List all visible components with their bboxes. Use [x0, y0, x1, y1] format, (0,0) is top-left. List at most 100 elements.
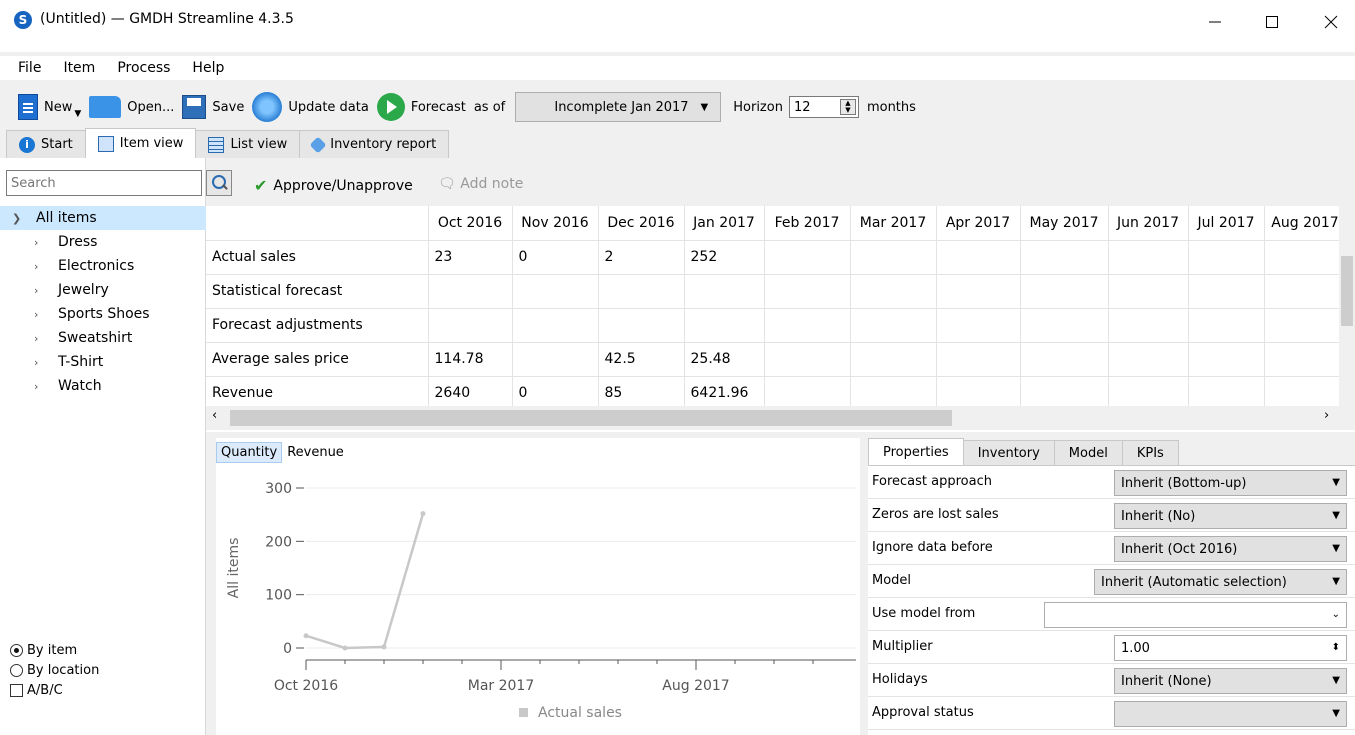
property-value-field[interactable]: Inherit (None) ▼ — [1114, 668, 1347, 694]
close-button[interactable] — [1321, 12, 1341, 32]
menu-file[interactable]: File — [0, 56, 51, 80]
grid-cell[interactable] — [1019, 273, 1109, 309]
chevron-down-icon[interactable]: ⌄ — [1332, 609, 1340, 620]
tree-item[interactable]: › T-Shirt — [0, 350, 206, 374]
tab-list-view[interactable]: List view — [195, 130, 301, 158]
property-value-field[interactable]: 1.00 ⬍ — [1114, 635, 1347, 661]
grid-cell[interactable] — [511, 307, 599, 343]
scroll-thumb[interactable] — [1341, 256, 1353, 326]
chevron-down-icon[interactable]: ▼ — [1332, 675, 1340, 686]
chevron-right-icon[interactable]: › — [1324, 408, 1329, 423]
grid-cell[interactable] — [763, 239, 851, 275]
chevron-right-icon[interactable]: › — [34, 284, 44, 297]
grid-cell[interactable] — [935, 273, 1021, 309]
grid-cell[interactable] — [849, 375, 937, 411]
grid-cell[interactable] — [763, 341, 851, 377]
chevron-right-icon[interactable]: › — [34, 236, 44, 249]
update-data-button[interactable]: Update data — [252, 90, 369, 124]
add-note-button[interactable]: 🗨 Add note — [438, 176, 523, 192]
grid-cell[interactable]: 0 — [511, 375, 599, 411]
property-value-field[interactable]: Inherit (Oct 2016) ▼ — [1114, 536, 1347, 562]
tab-inventory[interactable]: Inventory — [962, 440, 1055, 466]
spin-arrows-icon[interactable]: ⬍ — [1332, 642, 1340, 653]
horizontal-scrollbar[interactable]: ‹ › — [206, 406, 1355, 430]
chevron-down-icon[interactable]: ▼ — [1332, 576, 1340, 587]
grid-cell[interactable] — [935, 375, 1021, 411]
by-location-radio[interactable]: By location — [10, 660, 99, 680]
grid-cell[interactable] — [597, 307, 685, 343]
grid-cell[interactable] — [935, 239, 1021, 275]
grid-cell[interactable] — [683, 273, 765, 309]
grid-cell[interactable] — [1019, 341, 1109, 377]
column-header[interactable]: Apr 2017 — [935, 206, 1021, 241]
grid-cell[interactable]: 2640 — [427, 375, 513, 411]
grid-cell[interactable] — [1263, 307, 1347, 343]
chevron-down-icon[interactable]: ▼ — [1332, 510, 1340, 521]
tree-item-all-items[interactable]: ❯ All items — [0, 206, 206, 230]
tab-item-view[interactable]: Item view — [84, 128, 197, 158]
grid-cell[interactable] — [849, 341, 937, 377]
column-header[interactable]: Feb 2017 — [763, 206, 851, 241]
grid-cell[interactable] — [849, 239, 937, 275]
tree-item[interactable]: › Sweatshirt — [0, 326, 206, 350]
grid-cell[interactable]: 23 — [427, 239, 513, 275]
column-header[interactable]: May 2017 — [1019, 206, 1109, 241]
grid-cell[interactable] — [1263, 375, 1347, 411]
column-header[interactable]: Jan 2017 — [683, 206, 765, 241]
tree-item[interactable]: › Dress — [0, 230, 206, 254]
grid-cell[interactable] — [511, 273, 599, 309]
grid-cell[interactable] — [1107, 239, 1189, 275]
grid-cell[interactable] — [1187, 341, 1265, 377]
chevron-right-icon[interactable]: › — [34, 356, 44, 369]
grid-cell[interactable] — [511, 341, 599, 377]
grid-cell[interactable] — [1263, 239, 1347, 275]
grid-cell[interactable] — [935, 307, 1021, 343]
tab-properties[interactable]: Properties — [868, 438, 964, 466]
chevron-down-icon[interactable]: ▼ — [1332, 543, 1340, 554]
checkbox-icon[interactable] — [10, 683, 23, 697]
grid-cell[interactable] — [1107, 273, 1189, 309]
grid-cell[interactable] — [763, 307, 851, 343]
menu-process[interactable]: Process — [117, 56, 180, 80]
column-header[interactable]: Aug 2017 — [1263, 206, 1347, 241]
menu-help[interactable]: Help — [192, 56, 234, 80]
tab-start[interactable]: i Start — [6, 130, 86, 158]
tree-item[interactable]: › Electronics — [0, 254, 206, 278]
grid-cell[interactable] — [1187, 273, 1265, 309]
tab-model[interactable]: Model — [1053, 440, 1123, 466]
chevron-right-icon[interactable]: › — [34, 380, 44, 393]
grid-cell[interactable] — [683, 307, 765, 343]
property-value-field[interactable]: Inherit (No) ▼ — [1114, 503, 1347, 529]
grid-cell[interactable] — [1263, 341, 1347, 377]
save-button[interactable]: Save — [182, 90, 244, 124]
tab-kpis[interactable]: KPIs — [1121, 440, 1179, 466]
grid-cell[interactable] — [1187, 375, 1265, 411]
tree-item[interactable]: › Jewelry — [0, 278, 206, 302]
radio-icon[interactable] — [10, 663, 23, 677]
grid-cell[interactable] — [1019, 307, 1109, 343]
open-button[interactable]: Open... — [89, 90, 174, 124]
chevron-right-icon[interactable]: › — [34, 308, 44, 321]
property-value-field[interactable]: ▼ — [1114, 701, 1347, 727]
grid-cell[interactable] — [763, 273, 851, 309]
chevron-right-icon[interactable]: › — [34, 332, 44, 345]
radio-checked-icon[interactable] — [10, 643, 23, 657]
grid-cell[interactable] — [1187, 307, 1265, 343]
column-header[interactable]: Mar 2017 — [849, 206, 937, 241]
column-header[interactable]: Jun 2017 — [1107, 206, 1189, 241]
spin-arrows-icon[interactable]: ▲ ▼ — [839, 99, 856, 115]
grid-cell[interactable]: 25.48 — [683, 341, 765, 377]
property-value-field[interactable]: Inherit (Automatic selection) ▼ — [1094, 569, 1347, 595]
maximize-button[interactable] — [1262, 12, 1282, 32]
menu-item[interactable]: Item — [63, 56, 105, 80]
column-header[interactable]: Nov 2016 — [511, 206, 599, 241]
tab-inventory-report[interactable]: Inventory report — [299, 130, 450, 158]
grid-cell[interactable] — [1187, 239, 1265, 275]
property-value-field[interactable]: Inherit (Bottom-up) ▼ — [1114, 470, 1347, 496]
property-value-field[interactable]: ⌄ — [1044, 602, 1347, 628]
search-input[interactable] — [6, 170, 202, 196]
grid-cell[interactable] — [935, 341, 1021, 377]
forecast-button[interactable]: Forecast — [376, 90, 466, 124]
column-header[interactable]: Oct 2016 — [427, 206, 513, 241]
chevron-down-icon[interactable]: ▼ — [1332, 477, 1340, 488]
